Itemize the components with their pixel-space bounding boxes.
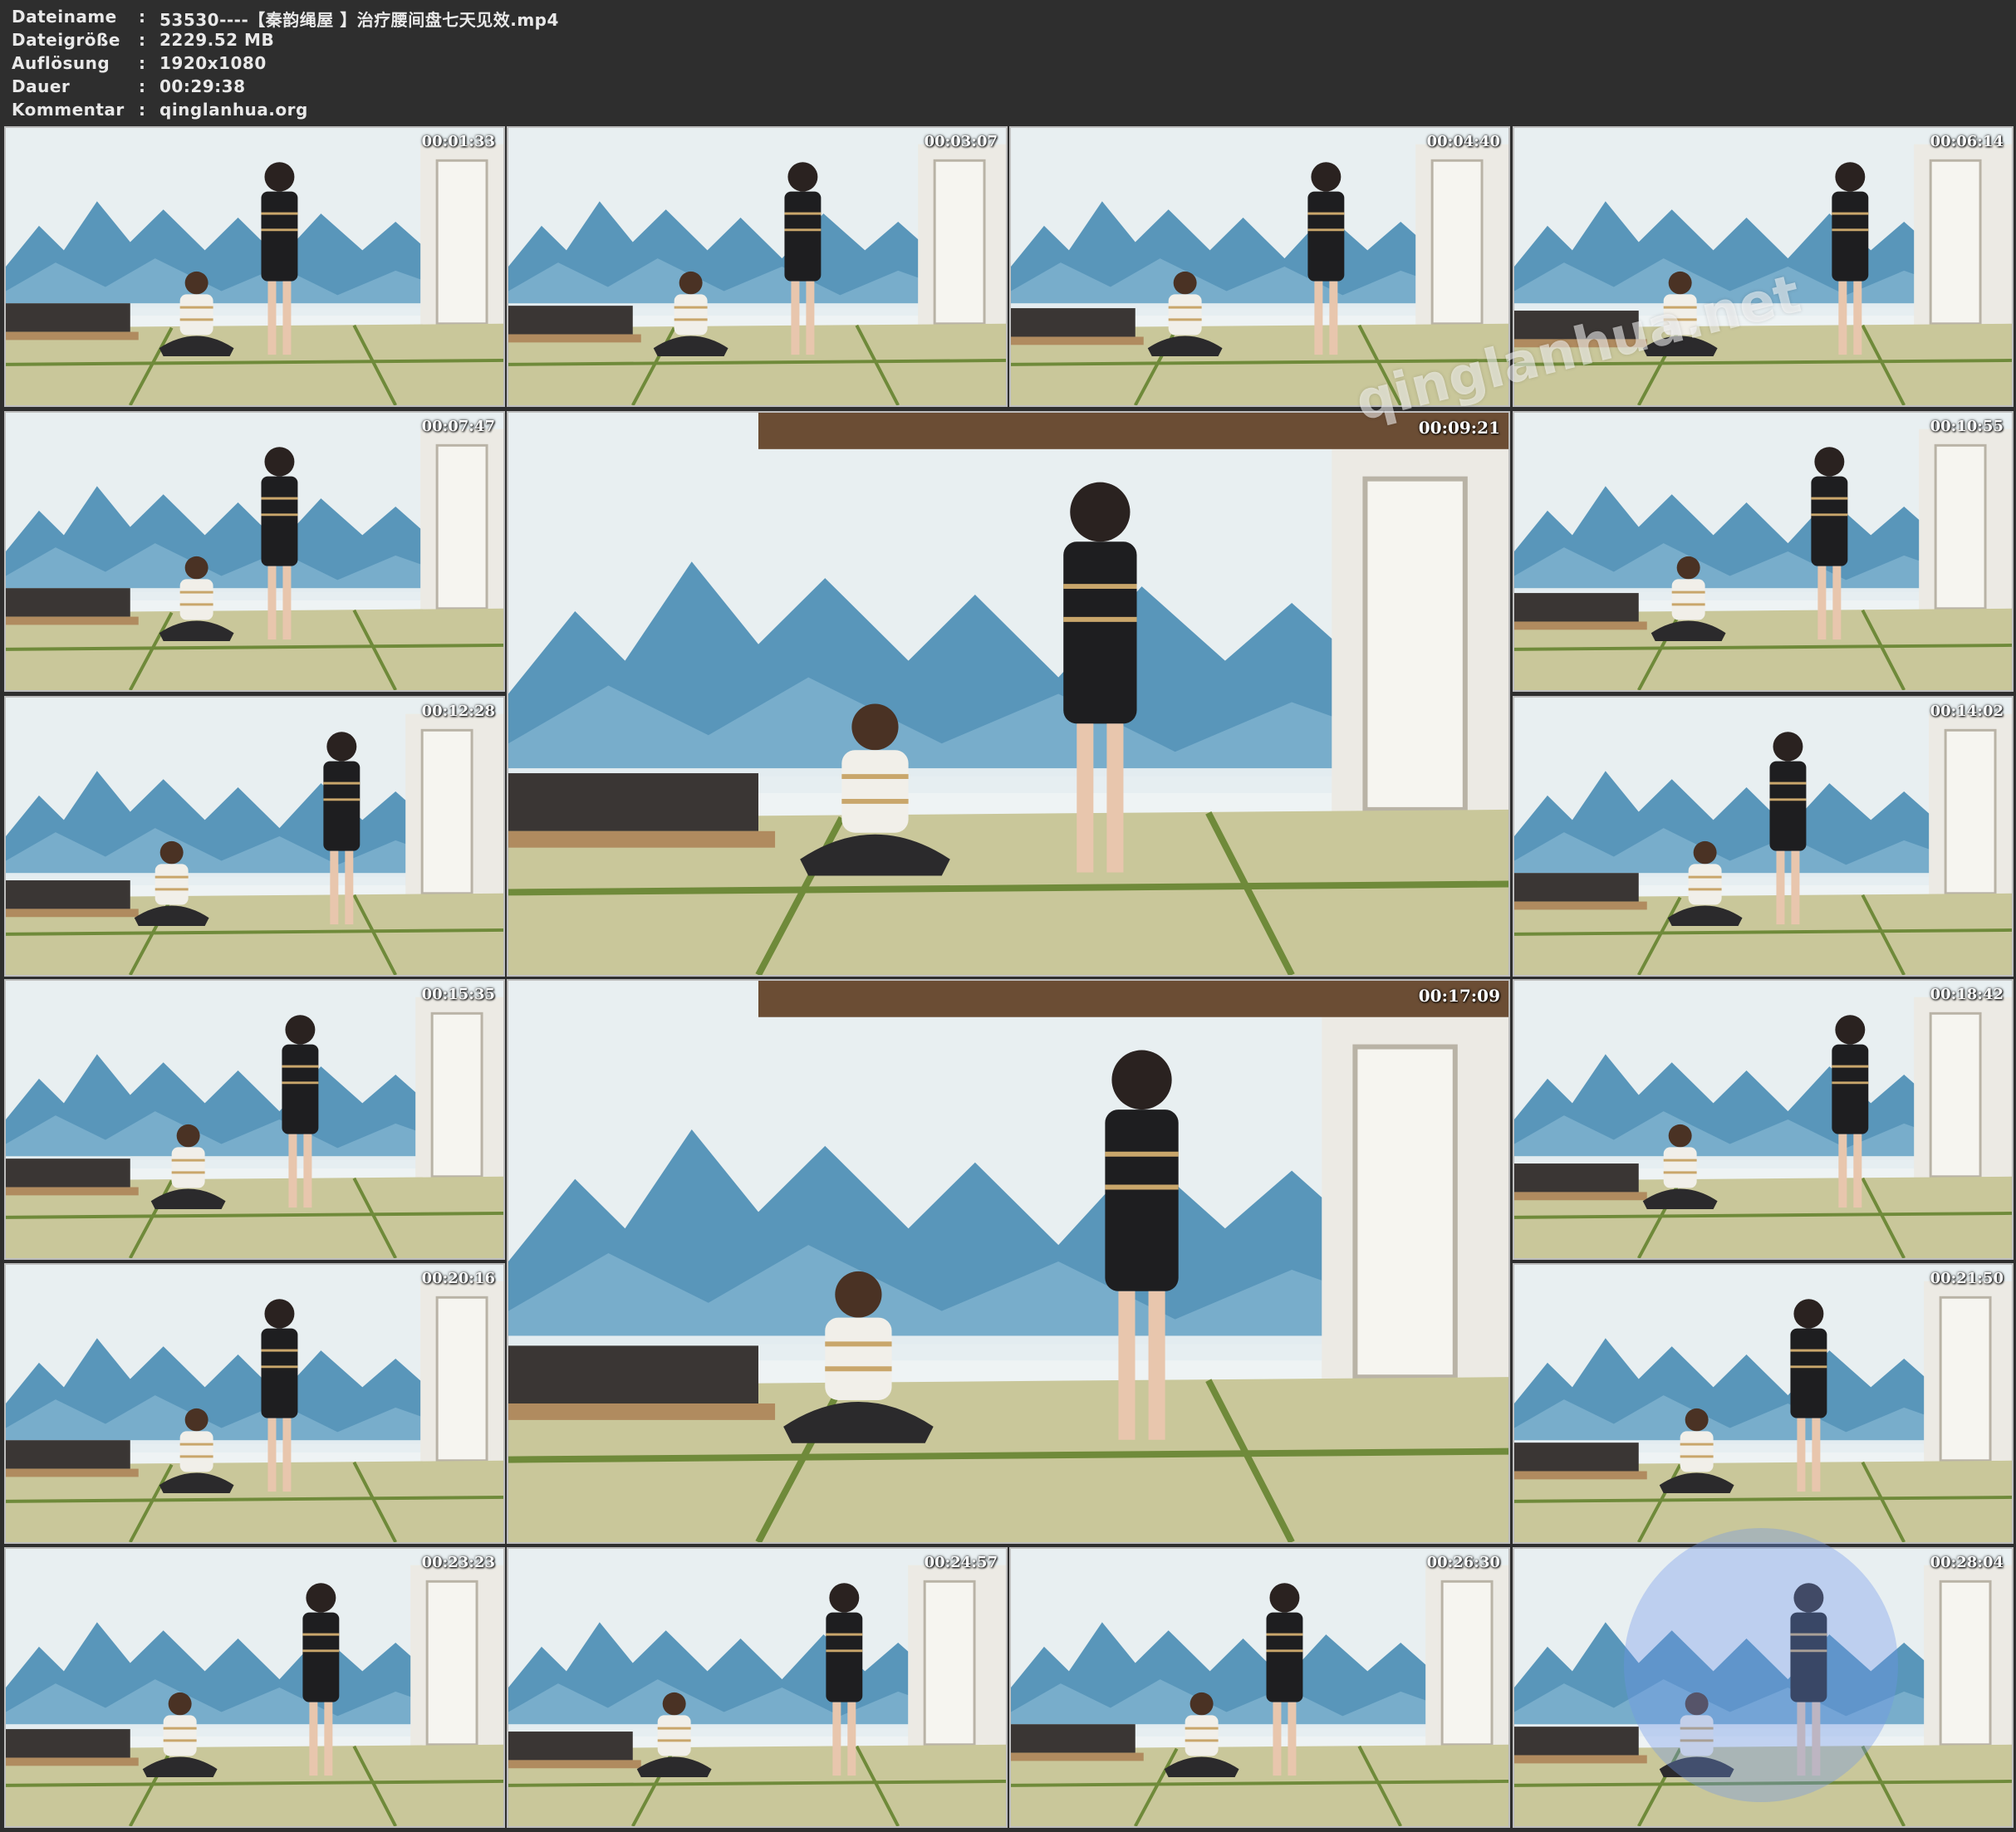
thumbnail-timestamp: 00:17:09 bbox=[1418, 986, 1500, 1006]
thumbnail-frame-image bbox=[1514, 1265, 2012, 1542]
video-thumbnail[interactable]: 00:12:28 bbox=[4, 696, 505, 977]
thumbnail-frame-image bbox=[6, 128, 503, 405]
thumbnail-timestamp: 00:21:50 bbox=[1930, 1270, 2004, 1287]
thumbnail-frame-image bbox=[6, 1549, 503, 1826]
thumbnail-timestamp: 00:06:14 bbox=[1930, 133, 2004, 150]
thumbnail-timestamp: 00:14:02 bbox=[1930, 703, 2004, 720]
thumbnail-timestamp: 00:10:55 bbox=[1930, 418, 2004, 435]
video-thumbnail[interactable]: 00:26:30 bbox=[1009, 1547, 1510, 1828]
thumbnail-frame-image bbox=[1514, 698, 2012, 975]
thumbnail-timestamp: 00:12:28 bbox=[421, 703, 495, 720]
video-thumbnail[interactable]: 00:14:02 bbox=[1513, 696, 2014, 977]
video-thumbnail[interactable]: 00:10:55 bbox=[1513, 411, 2014, 692]
thumbnail-frame-image bbox=[6, 413, 503, 690]
thumbnail-timestamp: 00:24:57 bbox=[924, 1554, 998, 1571]
video-thumbnail[interactable]: 00:01:33 bbox=[4, 126, 505, 407]
thumbnail-frame-image bbox=[508, 1549, 1006, 1826]
thumbnail-timestamp: 00:23:23 bbox=[421, 1554, 495, 1571]
video-thumbnail[interactable]: 00:21:50 bbox=[1513, 1263, 2014, 1544]
thumbnail-frame-image bbox=[1514, 981, 2012, 1258]
video-thumbnail[interactable]: 00:24:57 bbox=[507, 1547, 1008, 1828]
thumbnail-frame-image bbox=[1514, 413, 2012, 690]
watermark-logo-circle bbox=[1624, 1528, 1898, 1802]
thumbnail-frame-image bbox=[6, 981, 503, 1258]
video-thumbnail[interactable]: 00:17:09 bbox=[507, 979, 1510, 1544]
thumbnail-timestamp: 00:20:16 bbox=[421, 1270, 495, 1287]
thumbnail-frame-image bbox=[508, 981, 1508, 1542]
thumbnail-timestamp: 00:26:30 bbox=[1426, 1554, 1500, 1571]
thumbnail-timestamp: 00:03:07 bbox=[924, 133, 998, 150]
video-thumbnail[interactable]: 00:07:47 bbox=[4, 411, 505, 692]
thumbnail-timestamp: 00:01:33 bbox=[421, 133, 495, 150]
video-thumbnail[interactable]: 00:03:07 bbox=[507, 126, 1008, 407]
thumbnail-timestamp: 00:09:21 bbox=[1418, 418, 1500, 438]
thumbnail-timestamp: 00:04:40 bbox=[1426, 133, 1500, 150]
thumbnail-timestamp: 00:07:47 bbox=[421, 418, 495, 435]
video-thumbnail[interactable]: 00:18:42 bbox=[1513, 979, 2014, 1260]
thumbnail-frame-image bbox=[6, 1265, 503, 1542]
thumbnail-frame-image bbox=[508, 128, 1006, 405]
video-thumbnail[interactable]: 00:20:16 bbox=[4, 1263, 505, 1544]
video-thumbnail[interactable]: 00:23:23 bbox=[4, 1547, 505, 1828]
thumbnail-frame-image bbox=[6, 698, 503, 975]
thumbnail-timestamp: 00:18:42 bbox=[1930, 986, 2004, 1003]
video-thumbnail[interactable]: 00:15:35 bbox=[4, 979, 505, 1260]
thumbnail-frame-image bbox=[508, 413, 1508, 975]
video-thumbnail[interactable]: 00:09:21 bbox=[507, 411, 1510, 977]
thumbnail-frame-image bbox=[1011, 1549, 1508, 1826]
thumbnail-timestamp: 00:15:35 bbox=[421, 986, 495, 1003]
thumbnail-timestamp: 00:28:04 bbox=[1930, 1554, 2004, 1571]
